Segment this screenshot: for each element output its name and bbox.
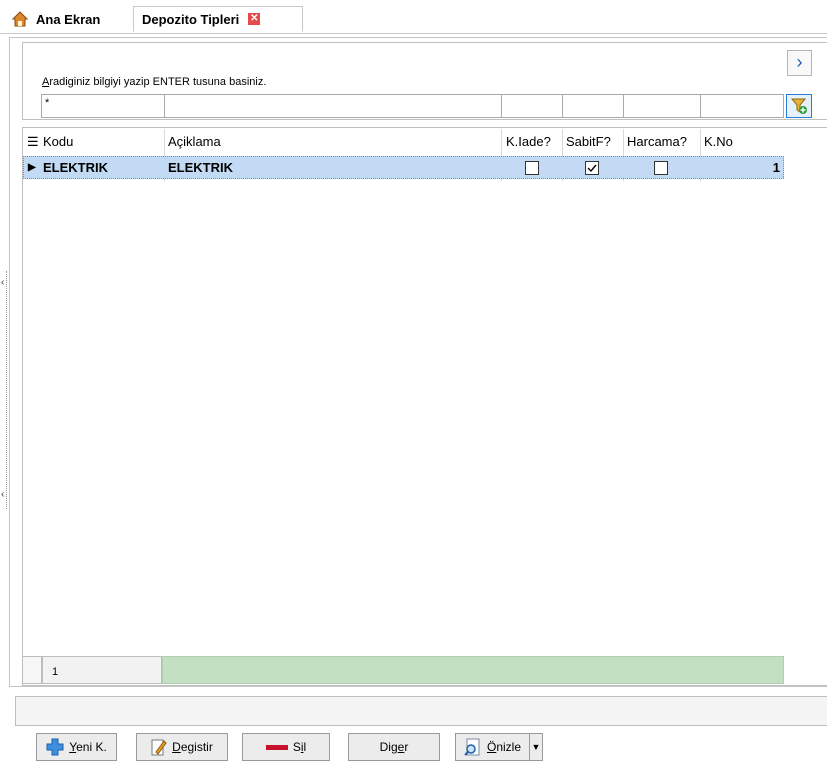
chevron-left-icon[interactable]: ‹: [1, 277, 4, 288]
checkmark-icon: [587, 164, 597, 173]
magnifier-icon: [464, 738, 480, 756]
filter-input-harcama[interactable]: [623, 94, 701, 118]
tab-ana-ekran[interactable]: Ana Ekran: [8, 6, 132, 32]
footer-summary: [162, 656, 784, 684]
filter-input-sabitf[interactable]: [562, 94, 624, 118]
column-header-kodu[interactable]: Kodu: [43, 131, 73, 153]
cell-aciklama[interactable]: ELEKTRIK: [168, 156, 233, 179]
column-header-sabitf[interactable]: SabitF?: [566, 131, 611, 153]
checkbox-sabitf[interactable]: [585, 161, 599, 175]
column-header-harcama[interactable]: Harcama?: [627, 131, 699, 153]
column-header-aciklama[interactable]: Açiklama: [168, 131, 221, 153]
delete-button[interactable]: Sil: [242, 733, 330, 761]
column-header-kiade[interactable]: K.Iade?: [506, 131, 551, 153]
footer-indicator: [22, 656, 42, 684]
filter-add-button[interactable]: [786, 94, 812, 118]
search-hint: Aradiginiz bilgiyi yazip ENTER tusuna ba…: [42, 76, 267, 88]
chevron-right-icon[interactable]: ›: [787, 50, 812, 76]
row-indicator-icon: ▶: [28, 162, 36, 173]
pencil-icon: [151, 739, 167, 756]
preview-button[interactable]: Önizle: [455, 733, 530, 761]
table-row[interactable]: [23, 156, 784, 179]
filter-input-aciklama[interactable]: [164, 94, 502, 118]
column-header-kno[interactable]: K.No: [704, 131, 733, 153]
checkbox-kiade[interactable]: [525, 161, 539, 175]
checkbox-harcama[interactable]: [654, 161, 668, 175]
filter-input-kodu[interactable]: *: [41, 94, 165, 118]
filter-icon: [790, 98, 807, 114]
cell-kno[interactable]: 1: [700, 156, 780, 179]
filter-input-kiade[interactable]: [501, 94, 563, 118]
record-count: 1: [42, 656, 162, 684]
column-chooser-icon[interactable]: ☰: [27, 131, 39, 153]
new-record-button[interactable]: Yeni K.: [36, 733, 117, 761]
chevron-left-icon[interactable]: ‹: [1, 489, 4, 500]
cell-kodu[interactable]: ELEKTRIK: [43, 156, 108, 179]
minus-icon: [265, 744, 288, 750]
status-bar: [15, 696, 827, 726]
tab-label: Ana Ekran: [36, 11, 101, 27]
chevron-down-icon: ▼: [531, 742, 541, 752]
other-button[interactable]: Diger: [348, 733, 440, 761]
edit-button[interactable]: Degistir: [136, 733, 228, 761]
home-icon: [12, 11, 28, 27]
filter-input-kno[interactable]: [700, 94, 784, 118]
preview-dropdown-button[interactable]: ▼: [529, 733, 543, 761]
panel-splitter[interactable]: ‹ ‹: [0, 271, 7, 509]
tab-bar: Ana Ekran Depozito Tipleri ✕: [0, 0, 827, 34]
close-icon[interactable]: ✕: [248, 13, 261, 25]
plus-icon: [46, 738, 64, 756]
tab-depozito-tipleri[interactable]: Depozito Tipleri ✕: [133, 6, 303, 32]
tab-label: Depozito Tipleri: [142, 11, 240, 27]
data-grid: [22, 127, 827, 686]
